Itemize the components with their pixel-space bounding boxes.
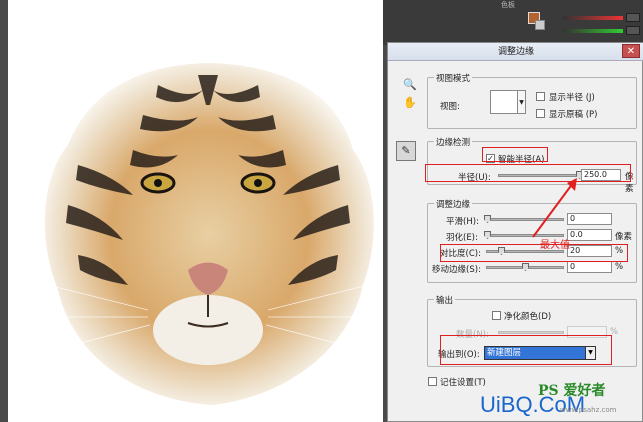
show-original-checkbox[interactable]: [536, 109, 545, 118]
shift-edge-unit: %: [615, 262, 624, 272]
decontaminate-checkbox[interactable]: [492, 311, 501, 320]
shift-edge-input[interactable]: 0: [567, 261, 612, 273]
tiger-head-image: [43, 63, 374, 405]
remember-settings-checkbox[interactable]: [428, 377, 437, 386]
view-label: 视图:: [440, 102, 460, 112]
view-mode-group: 视图模式 视图: ▼ 显示半径 (J) 显示原稿 (P): [427, 72, 637, 129]
highlight-contrast-row: [440, 244, 628, 262]
color-value-r[interactable]: [626, 13, 640, 22]
adjust-edge-label: 调整边缘: [434, 198, 473, 210]
color-slider-g[interactable]: [563, 29, 623, 33]
dropdown-arrow-icon[interactable]: ▼: [518, 90, 526, 114]
refine-edge-dialog: 调整边缘 ✕ 🔍 ✋ ✎ 视图模式 视图: ▼ 显示半径 (J) 显示原稿 (P…: [387, 42, 643, 422]
uibq-watermark: UiBQ.CoM: [480, 392, 586, 417]
feather-slider-thumb[interactable]: [484, 231, 491, 239]
decontaminate-label: 净化颜色(D): [504, 312, 552, 322]
feather-label: 羽化(E):: [446, 233, 478, 243]
edge-detection-label: 边缘检测: [434, 136, 473, 148]
show-radius-label: 显示半径 (J): [549, 93, 595, 103]
top-panels: 色板: [383, 0, 643, 45]
background-color-swatch[interactable]: [535, 20, 545, 30]
color-slider-r[interactable]: [563, 16, 623, 20]
document-canvas[interactable]: [8, 0, 383, 422]
highlight-output-row: [440, 335, 612, 365]
output-label: 输出: [434, 294, 456, 306]
site-url-watermark: www.psahz.com: [560, 406, 617, 414]
smooth-label: 平滑(H):: [446, 217, 479, 227]
zoom-icon[interactable]: 🔍: [402, 77, 418, 93]
shift-edge-label: 移动边缘(S):: [432, 265, 481, 275]
annotation-arrow: [532, 178, 577, 238]
feather-unit: 像素: [615, 232, 633, 242]
remember-settings-label: 记住设置(T): [440, 378, 486, 388]
amount-slider-track: [498, 331, 564, 334]
refine-radius-brush-icon[interactable]: ✎: [396, 141, 416, 161]
color-value-g[interactable]: [626, 26, 640, 35]
highlight-smart-radius: [482, 147, 548, 162]
show-original-label: 显示原稿 (P): [549, 110, 598, 120]
smooth-slider-thumb[interactable]: [484, 215, 491, 223]
annotation-text: 最大值: [540, 240, 570, 251]
show-radius-checkbox[interactable]: [536, 92, 545, 101]
dialog-title: 调整边缘: [388, 43, 643, 61]
shift-edge-slider-thumb[interactable]: [522, 263, 529, 271]
swatches-tab[interactable]: 色板: [501, 0, 515, 9]
photoshop-workspace: 色板 调整边缘 ✕ 🔍 ✋ ✎ 视图模式 视图: ▼ 显示半径 (J) 显示原稿…: [0, 0, 643, 422]
hand-icon[interactable]: ✋: [402, 95, 418, 111]
view-mode-label: 视图模式: [434, 72, 473, 84]
view-thumbnail[interactable]: [490, 90, 518, 114]
close-icon[interactable]: ✕: [622, 44, 640, 58]
